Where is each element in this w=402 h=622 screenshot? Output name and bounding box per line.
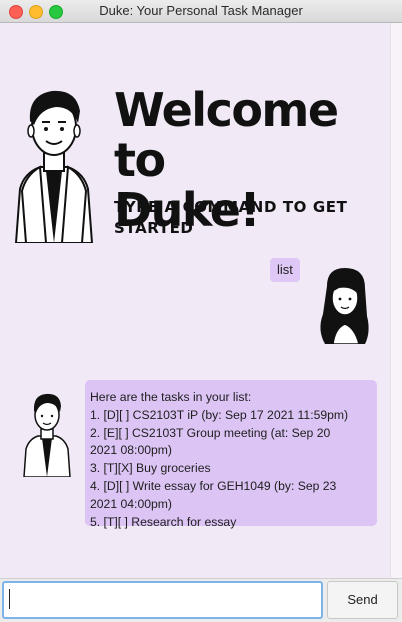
duke-reply-line: 5. [T][ ] Research for essay xyxy=(90,514,237,529)
duke-reply-line: 4. [D][ ] Write essay for GEH1049 (by: S… xyxy=(90,478,337,493)
window-title: Duke: Your Personal Task Manager xyxy=(99,3,303,18)
text-caret xyxy=(9,589,10,609)
welcome-subtitle: TYPE A COMMAND TO GET STARTED xyxy=(114,198,348,237)
title-bar: Duke: Your Personal Task Manager xyxy=(0,0,402,23)
input-bar: Send xyxy=(0,578,402,622)
duke-reply-line: 2021 08:00pm) xyxy=(90,443,172,458)
duke-avatar xyxy=(23,393,71,477)
duke-reply-line: 1. [D][ ] CS2103T iP (by: Sep 17 2021 11… xyxy=(90,407,349,422)
vertical-scrollbar[interactable] xyxy=(390,23,402,578)
send-button[interactable]: Send xyxy=(327,581,398,619)
command-input[interactable] xyxy=(2,581,323,619)
duke-welcome-avatar xyxy=(14,90,94,243)
duke-reply-line: 3. [T][X] Buy groceries xyxy=(90,461,211,476)
duke-reply-bubble: Here are the tasks in your list: 1. [D][… xyxy=(85,380,377,529)
user-avatar xyxy=(320,268,369,344)
app-window: Duke: Your Personal Task Manager Welcome… xyxy=(0,0,402,622)
duke-reply-line: 2. [E][ ] CS2103T Group meeting (at: Sep… xyxy=(90,425,331,440)
duke-reply-line: 2021 04:00pm) xyxy=(90,496,172,511)
user-message-bubble: list xyxy=(270,258,300,282)
welcome-title-line1: Welcome to xyxy=(114,83,339,187)
duke-reply-line: Here are the tasks in your list: xyxy=(90,390,252,404)
